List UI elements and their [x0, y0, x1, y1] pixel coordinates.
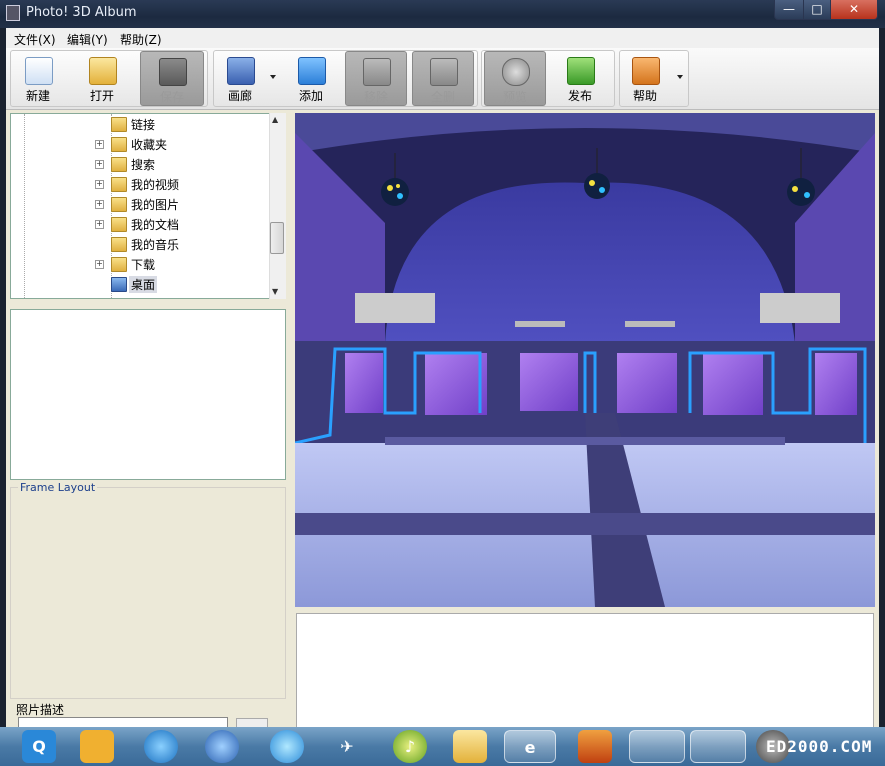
- folder-icon[interactable]: [453, 730, 487, 763]
- desktop-icon: [111, 277, 127, 292]
- help-button[interactable]: 帮助: [622, 51, 668, 106]
- scroll-up-arrow[interactable]: ▲: [272, 115, 278, 124]
- open-button[interactable]: 打开: [76, 51, 128, 106]
- bird-icon[interactable]: ✈: [330, 730, 364, 763]
- photo-thumbnail-list[interactable]: [10, 309, 286, 480]
- close-button[interactable]: ✕: [830, 0, 878, 20]
- frame-layout-panel: [10, 487, 286, 699]
- 3d-room-render: [295, 113, 875, 607]
- watermark: ED2000.COM: [766, 737, 873, 756]
- gallery-dropdown-arrow[interactable]: [270, 75, 276, 79]
- add-photo-icon: [298, 57, 326, 85]
- tree-item-selected[interactable]: 桌面: [11, 274, 269, 294]
- water-drop-icon[interactable]: [270, 730, 304, 763]
- open-folder-icon: [89, 57, 117, 85]
- taskbar: [0, 727, 885, 766]
- publish-box-icon: [567, 57, 595, 85]
- messenger-icon[interactable]: [205, 730, 239, 763]
- tree-item[interactable]: + 我的文档: [11, 214, 269, 234]
- minimize-button[interactable]: —: [774, 0, 804, 20]
- new-button[interactable]: 新建: [12, 51, 64, 106]
- photo-caption-area[interactable]: [296, 613, 874, 728]
- gallery-button[interactable]: 画廊: [216, 51, 264, 106]
- expand-icon[interactable]: +: [95, 180, 104, 189]
- folder-icon: [111, 177, 127, 192]
- expand-icon[interactable]: +: [95, 220, 104, 229]
- remove-button[interactable]: 移除: [345, 51, 407, 106]
- tree-item[interactable]: + 我的图片: [11, 194, 269, 214]
- tree-item[interactable]: 链接: [11, 114, 269, 134]
- folder-icon: [111, 237, 127, 252]
- tree-item[interactable]: + 收藏夹: [11, 134, 269, 154]
- publish-button[interactable]: 发布: [551, 51, 609, 106]
- expand-icon[interactable]: +: [95, 160, 104, 169]
- expand-icon[interactable]: +: [95, 260, 104, 269]
- add-button[interactable]: 添加: [282, 51, 340, 106]
- folder-icon: [111, 117, 127, 132]
- folder-icon: [111, 137, 127, 152]
- folder-icon: [111, 157, 127, 172]
- music-note-icon[interactable]: ♪: [393, 730, 427, 763]
- tree-item[interactable]: 我的音乐: [11, 234, 269, 254]
- expand-icon[interactable]: +: [95, 140, 104, 149]
- frame-layout-label: Frame Layout: [18, 481, 98, 494]
- menu-file[interactable]: 文件(X): [14, 31, 56, 48]
- qq-icon[interactable]: Q: [22, 730, 56, 763]
- sticky-note-icon[interactable]: [690, 730, 746, 763]
- 3d-gallery-viewport[interactable]: [295, 113, 875, 607]
- folder-tree[interactable]: 链接 + 收藏夹 + 搜索 + 我的视频 + 我的图片 + 我的文档 我的音乐 …: [10, 113, 286, 299]
- folder-icon: [111, 217, 127, 232]
- pps-icon[interactable]: [80, 730, 114, 763]
- emule-donkey-icon[interactable]: [629, 730, 685, 763]
- scroll-down-arrow[interactable]: ▼: [272, 287, 278, 296]
- preview-button[interactable]: 预览: [484, 51, 546, 106]
- remove-photo-icon: [363, 58, 391, 86]
- menu-edit[interactable]: 编辑(Y): [67, 31, 108, 48]
- tree-scrollbar[interactable]: [269, 113, 286, 299]
- tree-item[interactable]: + 我的视频: [11, 174, 269, 194]
- game-icon[interactable]: [578, 730, 612, 763]
- delete-all-icon: [430, 58, 458, 86]
- folder-icon: [111, 257, 127, 272]
- help-dropdown-arrow[interactable]: [677, 75, 683, 79]
- new-file-icon: [25, 57, 53, 85]
- tree-item[interactable]: + 搜索: [11, 154, 269, 174]
- folder-icon: [111, 197, 127, 212]
- gallery-icon: [227, 57, 255, 85]
- window-title: Photo! 3D Album: [26, 5, 137, 20]
- maximize-button[interactable]: □: [803, 0, 831, 20]
- save-disk-icon: [159, 58, 187, 86]
- photo-description-label: 照片描述: [16, 703, 65, 717]
- play-icon: [502, 58, 530, 86]
- tree-scroll-thumb[interactable]: [270, 222, 284, 254]
- menu-help[interactable]: 帮助(Z): [120, 31, 162, 48]
- app-icon[interactable]: [6, 5, 20, 21]
- help-question-icon: [632, 57, 660, 85]
- delete-all-button[interactable]: 全删: [412, 51, 474, 106]
- expand-icon[interactable]: +: [95, 200, 104, 209]
- tree-item[interactable]: + 下载: [11, 254, 269, 274]
- browser-swirl-icon[interactable]: [144, 730, 178, 763]
- save-button[interactable]: 保存: [140, 51, 204, 106]
- internet-explorer-icon[interactable]: e: [504, 730, 556, 763]
